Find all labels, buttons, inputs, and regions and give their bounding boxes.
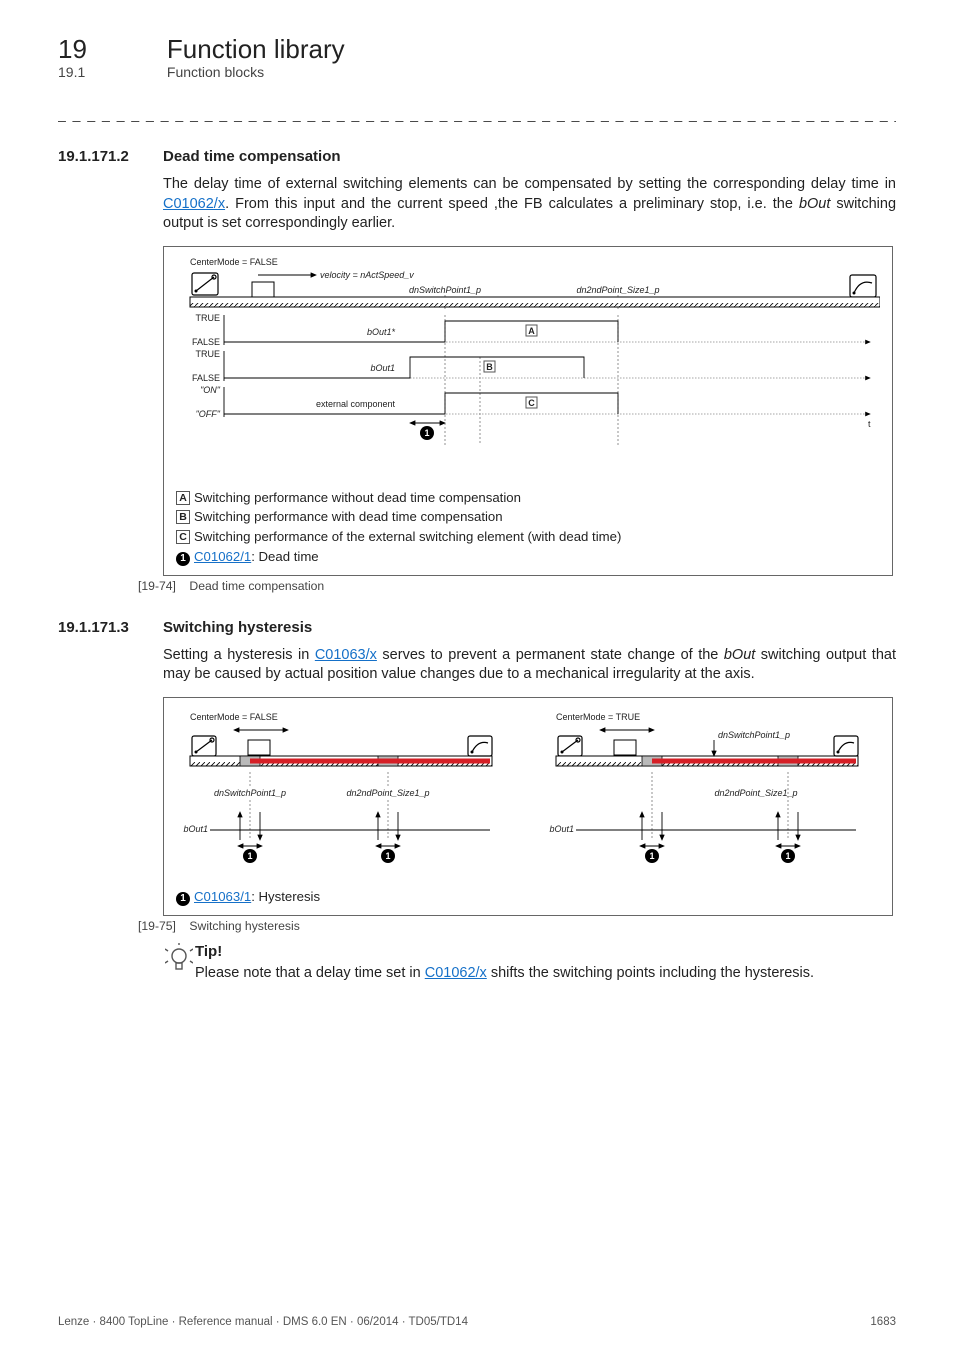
link-c01062-1[interactable]: C01062/1 — [194, 549, 251, 564]
legend-key-c: C — [176, 530, 190, 544]
figure-legend-2: 1C01063/1: Hysteresis — [176, 887, 880, 907]
svg-text:dn2ndPoint_Size1_p: dn2ndPoint_Size1_p — [346, 788, 429, 798]
subsection-title: Function blocks — [167, 64, 264, 80]
svg-text:1: 1 — [649, 851, 654, 861]
diagram-hysteresis: CenterMode = FALSE — [176, 708, 880, 876]
section-paragraph: Setting a hysteresis in C01063/x serves … — [163, 646, 896, 685]
svg-text:TRUE: TRUE — [196, 313, 221, 323]
figure-caption-2: [19-75] Switching hysteresis — [138, 919, 896, 933]
label-centermode: CenterMode = FALSE — [190, 257, 278, 267]
chapter-number: 19 — [58, 36, 163, 62]
link-c01062x-tip[interactable]: C01062/x — [425, 965, 487, 981]
label-velocity: velocity = nActSpeed_v — [320, 270, 414, 280]
svg-text:CenterMode = FALSE: CenterMode = FALSE — [190, 712, 278, 722]
chapter-title: Function library — [167, 34, 345, 64]
svg-text:dn2ndPoint_Size1_p: dn2ndPoint_Size1_p — [714, 788, 797, 798]
subsection-heading: 19.1 Function blocks — [58, 64, 896, 80]
label-2ndpoint: dn2ndPoint_Size1_p — [576, 285, 659, 295]
svg-text:t: t — [868, 419, 871, 429]
tip-body: Please note that a delay time set in C01… — [195, 964, 814, 984]
diagram-dead-time: CenterMode = FALSE velocity = nActSpeed_… — [176, 257, 880, 477]
tip-title: Tip! — [195, 943, 814, 960]
svg-text:CenterMode = TRUE: CenterMode = TRUE — [556, 712, 640, 722]
section-paragraph: The delay time of external switching ele… — [163, 175, 896, 234]
footer-left: Lenze · 8400 TopLine · Reference manual … — [58, 1316, 468, 1328]
label-bout1star: bOut1* — [367, 327, 396, 337]
link-c01062x[interactable]: C01062/x — [163, 196, 225, 212]
chapter-heading: 19 Function library — [58, 36, 896, 62]
svg-text:"ON": "ON" — [200, 385, 221, 395]
section-heading-dead-time: 19.1.171.2 Dead time compensation — [58, 148, 896, 165]
italic-bout: bOut — [799, 196, 830, 212]
footer-page-number: 1683 — [870, 1316, 896, 1328]
svg-text:1: 1 — [785, 851, 790, 861]
svg-text:FALSE: FALSE — [192, 373, 220, 383]
legend-key-b: B — [176, 510, 190, 524]
figure-legend: ASwitching performance without dead time… — [176, 488, 880, 567]
separator-dashes: _ _ _ _ _ _ _ _ _ _ _ _ _ _ _ _ _ _ _ _ … — [58, 106, 896, 122]
page-footer: Lenze · 8400 TopLine · Reference manual … — [58, 1316, 896, 1328]
subsection-number: 19.1 — [58, 64, 163, 80]
svg-text:dnSwitchPoint1_p: dnSwitchPoint1_p — [214, 788, 286, 798]
svg-text:dnSwitchPoint1_p: dnSwitchPoint1_p — [718, 730, 790, 740]
link-c01063-1[interactable]: C01063/1 — [194, 889, 251, 904]
section-title: Dead time compensation — [163, 148, 341, 165]
legend-key-1: 1 — [176, 552, 190, 566]
section-title: Switching hysteresis — [163, 619, 312, 636]
svg-text:C: C — [528, 398, 535, 408]
svg-text:A: A — [528, 326, 535, 336]
legend-key-a: A — [176, 491, 190, 505]
svg-text:TRUE: TRUE — [196, 349, 221, 359]
label-bout1: bOut1 — [370, 363, 395, 373]
section-number: 19.1.171.3 — [58, 619, 163, 636]
link-c01063x[interactable]: C01063/x — [315, 647, 377, 663]
lightbulb-icon — [163, 943, 195, 978]
svg-text:1: 1 — [424, 428, 429, 438]
svg-text:bOut1: bOut1 — [549, 824, 574, 834]
label-switchpoint1: dnSwitchPoint1_p — [409, 285, 481, 295]
svg-text:1: 1 — [247, 851, 252, 861]
legend-key-1b: 1 — [176, 892, 190, 906]
svg-text:1: 1 — [385, 851, 390, 861]
section-heading-hysteresis: 19.1.171.3 Switching hysteresis — [58, 619, 896, 636]
svg-text:FALSE: FALSE — [192, 337, 220, 347]
svg-text:"OFF": "OFF" — [196, 409, 221, 419]
figure-caption-1: [19-74] Dead time compensation — [138, 579, 896, 593]
tip-box: Tip! Please note that a delay time set i… — [163, 943, 896, 984]
figure-hysteresis: CenterMode = FALSE — [163, 697, 893, 916]
svg-text:B: B — [486, 362, 493, 372]
section-number: 19.1.171.2 — [58, 148, 163, 165]
figure-dead-time: CenterMode = FALSE velocity = nActSpeed_… — [163, 246, 893, 576]
svg-text:bOut1: bOut1 — [183, 824, 208, 834]
label-external: external component — [316, 399, 396, 409]
